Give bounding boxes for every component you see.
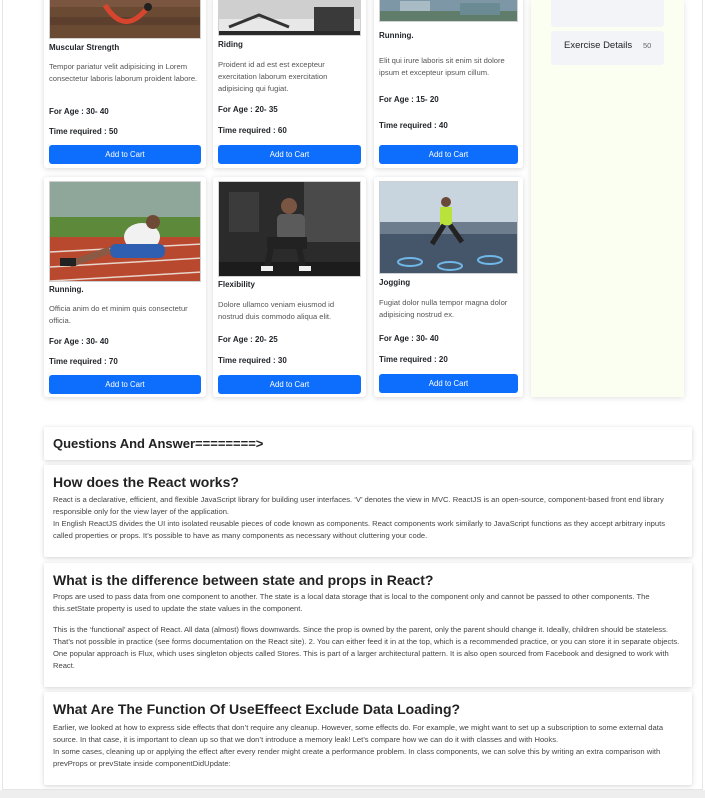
card-age: For Age : 20- 35 [218,105,278,114]
page-bottom-strip [0,790,705,798]
card-time: Time required : 50 [49,127,118,136]
card-title: Flexibility [218,280,255,289]
qa-item: What Are The Function Of UseEffeect Excl… [44,692,692,785]
card-description: Officia anim do et minim quis consectetu… [49,304,188,325]
qa-item: What is the difference between state and… [44,563,692,687]
add-to-cart-button[interactable]: Add to Cart [379,145,518,164]
card-age: For Age : 30- 40 [49,107,109,116]
qa-answer: React is a declarative, efficient, and f… [53,495,664,516]
card-image [218,181,361,277]
exercise-sidebar: Exercise Details 50 [531,0,684,397]
exercise-card: Running. Officia anim do et minim quis c… [44,177,206,397]
add-to-cart-button[interactable]: Add to Cart [379,374,518,393]
exercise-details-label: Exercise Details [564,40,633,51]
add-to-cart-button[interactable]: Add to Cart [218,145,361,164]
qa-question: What is the difference between state and… [53,572,434,588]
card-image [49,181,201,282]
qa-answer: In English ReactJS divides the UI into i… [53,519,666,540]
card-title: Riding [218,40,243,49]
card-description: Tempor pariatur velit adipisicing in Lor… [49,62,198,83]
exercise-card: Jogging Fugiat dolor nulla tempor magna … [374,177,523,397]
card-time: Time required : 30 [218,356,287,365]
qa-question: What Are The Function Of UseEffeect Excl… [53,701,461,717]
card-image [218,0,361,36]
card-title: Running. [379,31,414,40]
qa-heading: Questions And Answer========> [53,436,264,451]
card-description: Dolore ullamco veniam eiusmod id nostrud… [218,300,335,321]
qa-question: How does the React works? [53,474,239,490]
card-title: Running. [49,285,84,294]
card-age: For Age : 30- 40 [379,334,439,343]
qa-answer: This is the ‘functional’ aspect of React… [53,625,680,670]
exercise-card: Flexibility Dolore ullamco veniam eiusmo… [213,177,366,397]
card-time: Time required : 20 [379,355,448,364]
card-age: For Age : 20- 25 [218,335,278,344]
card-age: For Age : 30- 40 [49,337,109,346]
card-image [379,0,518,22]
card-time: Time required : 70 [49,357,118,366]
card-description: Fugiat dolor nulla tempor magna dolor ad… [379,298,508,319]
exercise-card: Running. Elit qui irure laboris sit enim… [374,0,523,168]
card-age: For Age : 15- 20 [379,95,439,104]
exercise-details-value: 50 [643,41,652,50]
qa-answer: Earlier, we looked at how to express sid… [53,723,664,744]
add-to-cart-button[interactable]: Add to Cart [218,375,361,394]
card-image [379,181,518,274]
card-title: Muscular Strength [49,43,120,52]
add-to-cart-button[interactable]: Add to Cart [49,375,201,394]
card-time: Time required : 40 [379,121,448,130]
sidebar-top-box [551,0,664,27]
exercise-details-box: Exercise Details 50 [551,31,664,65]
card-title: Jogging [379,278,411,287]
exercise-card: Riding Proident id ad est est excepteur … [213,0,366,168]
card-description: Proident id ad est est excepteur exercit… [218,60,328,93]
qa-heading-box: Questions And Answer========> [44,427,692,460]
exercise-card: Muscular Strength Tempor pariatur velit … [44,0,206,168]
qa-answer: Props are used to pass data from one com… [53,592,650,613]
qa-answer: In some cases, cleaning up or applying t… [53,747,661,768]
qa-item: How does the React works? React is a dec… [44,465,692,557]
card-description: Elit qui irure laboris sit enim sit dolo… [379,56,505,77]
card-image [49,0,201,39]
card-time: Time required : 60 [218,126,287,135]
add-to-cart-button[interactable]: Add to Cart [49,145,201,164]
